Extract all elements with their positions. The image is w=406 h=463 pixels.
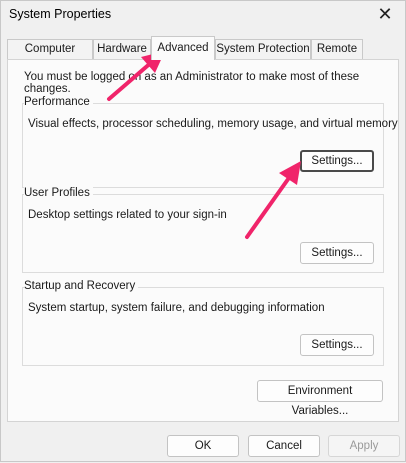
user-profiles-label: User Profiles [24, 187, 93, 199]
user-profiles-settings-button[interactable]: Settings... [300, 242, 374, 264]
tab-system-protection[interactable]: System Protection [215, 39, 311, 59]
tab-hardware[interactable]: Hardware [93, 39, 151, 59]
performance-desc: Visual effects, processor scheduling, me… [28, 118, 398, 130]
startup-recovery-label: Startup and Recovery [24, 280, 139, 292]
apply-button[interactable]: Apply [328, 435, 400, 457]
advanced-panel: You must be logged on as an Administrato… [7, 59, 399, 422]
tab-remote[interactable]: Remote [311, 39, 363, 59]
performance-group: Performance Visual effects, processor sc… [22, 96, 398, 188]
admin-notice: You must be logged on as an Administrato… [24, 71, 360, 95]
startup-recovery-settings-button[interactable]: Settings... [300, 334, 374, 356]
tab-advanced[interactable]: Advanced [151, 36, 215, 60]
user-profiles-desc: Desktop settings related to your sign-in [28, 209, 227, 221]
window-title: System Properties [9, 7, 112, 21]
performance-settings-button[interactable]: Settings... [300, 150, 374, 172]
tab-computer-name[interactable]: Computer Name [7, 39, 93, 74]
close-icon[interactable]: ✕ [375, 3, 395, 25]
startup-recovery-group: Startup and Recovery System startup, sys… [22, 280, 384, 366]
ok-button[interactable]: OK [167, 435, 239, 457]
startup-recovery-desc: System startup, system failure, and debu… [28, 302, 325, 314]
system-properties-dialog: System Properties ✕ Computer Name Hardwa… [0, 0, 406, 462]
user-profiles-group: User Profiles Desktop settings related t… [22, 187, 384, 273]
performance-label: Performance [24, 96, 93, 108]
cancel-button[interactable]: Cancel [248, 435, 320, 457]
environment-variables-button[interactable]: Environment Variables... [257, 380, 383, 417]
